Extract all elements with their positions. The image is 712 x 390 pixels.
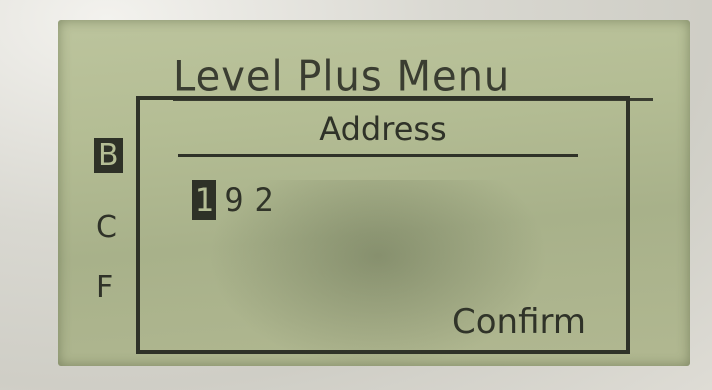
address-dialog: Address 1 9 2 Confirm: [136, 96, 630, 354]
dialog-title: Address: [319, 110, 447, 148]
dialog-divider: [178, 154, 578, 157]
address-digit-1[interactable]: 1: [192, 180, 216, 220]
menu-item-c[interactable]: C: [96, 210, 117, 245]
lcd-screen: Level Plus Menu B C F Address 1 9 2 Conf…: [58, 20, 690, 366]
device-housing: Level Plus Menu B C F Address 1 9 2 Conf…: [0, 0, 712, 390]
address-digit-2[interactable]: 9: [222, 180, 246, 220]
menu-item-f[interactable]: F: [96, 270, 113, 305]
background-menu-title: Level Plus Menu: [173, 52, 511, 102]
address-digit-3[interactable]: 2: [252, 180, 276, 220]
confirm-button[interactable]: Confirm: [452, 302, 586, 342]
address-input[interactable]: 1 9 2: [192, 180, 276, 220]
menu-item-b[interactable]: B: [94, 138, 123, 173]
